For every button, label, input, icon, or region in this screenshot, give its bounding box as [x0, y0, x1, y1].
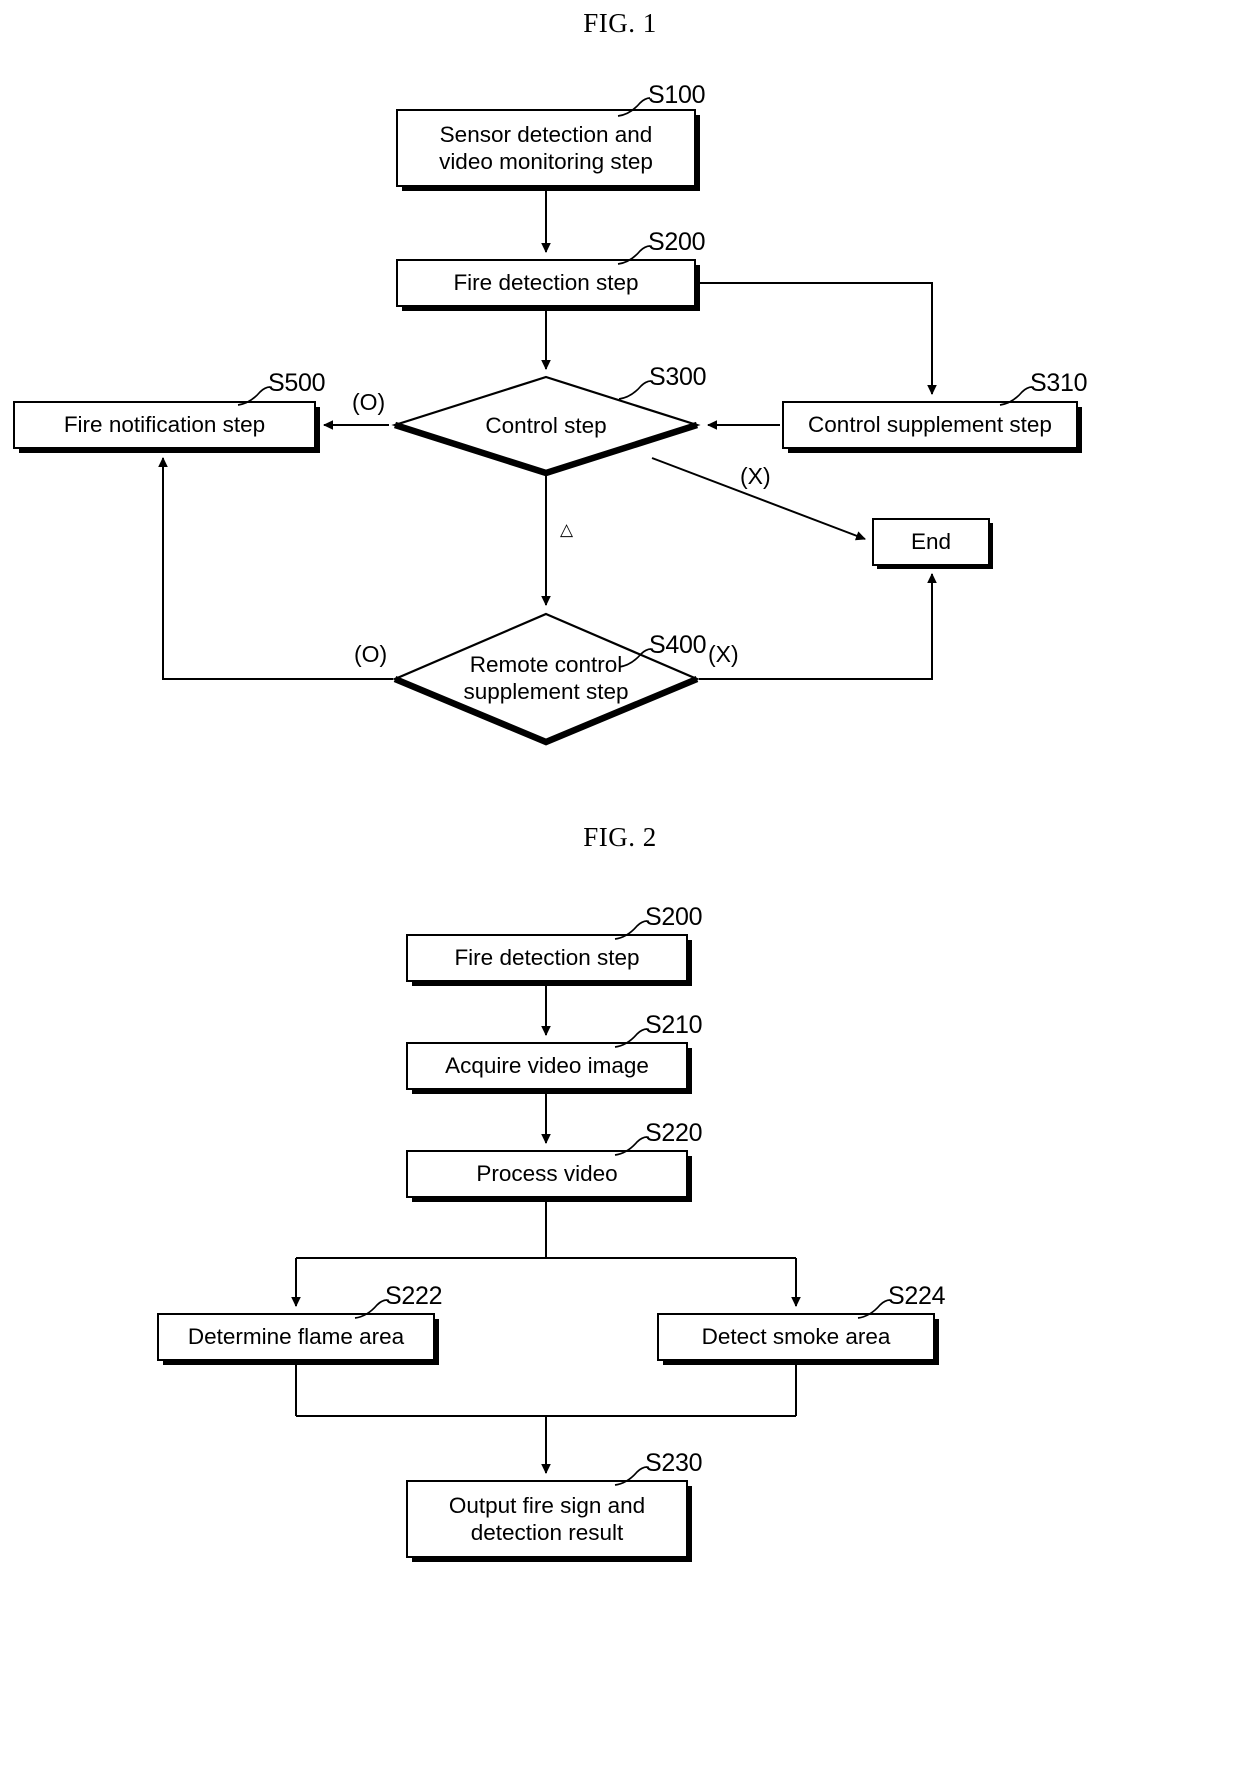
ref-tag-s100: S100 — [648, 81, 706, 109]
ref-tag-s310: S310 — [1030, 369, 1088, 397]
ref-tag-s400: S400 — [649, 631, 707, 659]
ref-tag-fig2-s210: S210 — [645, 1011, 703, 1039]
ref-tag-fig2-s230: S230 — [645, 1449, 703, 1477]
branch-label-control-x: (X) — [740, 463, 771, 489]
node-label-line-2: video monitoring step — [439, 149, 653, 174]
node-label-line-1: Sensor detection and — [439, 121, 653, 147]
node-detect-smoke-area: Detect smoke area — [657, 1313, 935, 1361]
node-determine-flame-area: Determine flame area — [157, 1313, 435, 1361]
node-label: Acquire video image — [445, 1053, 649, 1079]
node-fire-notification-step: Fire notification step — [13, 401, 316, 449]
ref-tag-s300: S300 — [649, 363, 707, 391]
branch-label-remote-x: (X) — [708, 641, 739, 667]
node-label: Fire notification step — [63, 412, 266, 438]
node-end: End — [872, 518, 990, 566]
node-label: End — [910, 529, 952, 555]
ref-tag-fig2-s220: S220 — [645, 1119, 703, 1147]
node-label-line-1: Output fire sign and — [448, 1492, 646, 1518]
ref-tag-fig2-s224: S224 — [888, 1282, 946, 1310]
node-label: Fire detection step — [454, 945, 640, 971]
node-label-line-2: detection result — [470, 1520, 624, 1545]
branch-label-control-triangle: △ — [560, 520, 574, 539]
node-process-video: Process video — [406, 1150, 688, 1198]
node-label: Determine flame area — [187, 1324, 405, 1350]
branch-label-control-o: (O) — [352, 389, 386, 415]
node-fire-detection-step: Fire detection step — [396, 259, 696, 307]
node-acquire-video-image: Acquire video image — [406, 1042, 688, 1090]
figure-2-caption: FIG. 2 — [583, 822, 657, 852]
patent-figure-sheet: FIG. 1 Sensor detection and video monito… — [0, 0, 1240, 1773]
node-label: Process video — [476, 1161, 618, 1187]
node-sensor-detection-and-video-monitoring-step: Sensor detection and video monitoring st… — [396, 109, 696, 187]
figure-1-caption: FIG. 1 — [583, 8, 657, 38]
node-label: Fire detection step — [453, 270, 639, 296]
node-label: Control supplement step — [808, 412, 1052, 438]
ref-tag-s200: S200 — [648, 228, 706, 256]
ref-tag-fig2-s222: S222 — [385, 1282, 443, 1310]
node-control-supplement-step: Control supplement step — [782, 401, 1078, 449]
node-label: Detect smoke area — [701, 1324, 891, 1350]
branch-label-remote-o: (O) — [354, 641, 388, 667]
node-output-fire-sign-and-detection-result: Output fire sign and detection result — [406, 1480, 688, 1558]
ref-tag-fig2-s200: S200 — [645, 903, 703, 931]
ref-tag-s500: S500 — [268, 369, 326, 397]
node-fire-detection-step-fig2: Fire detection step — [406, 934, 688, 982]
